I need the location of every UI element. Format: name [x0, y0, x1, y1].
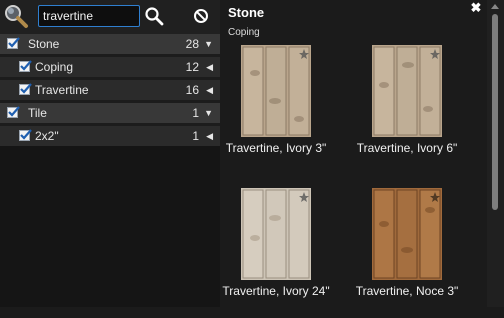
travertine-swatch	[372, 188, 442, 280]
filter-count: 1	[192, 129, 199, 143]
expand-arrow-icon[interactable]: ◀	[206, 80, 213, 100]
scroll-thumb[interactable]	[492, 14, 498, 210]
tile-label: Travertine, Ivory 24"	[222, 284, 330, 298]
checkbox[interactable]	[7, 37, 20, 49]
search-bar	[0, 0, 220, 34]
panel-title: Stone	[228, 5, 265, 20]
filter-row-travertine[interactable]: Travertine 16 ◀	[0, 80, 220, 100]
filter-label: 2x2"	[35, 129, 59, 143]
filter-label: Stone	[28, 37, 60, 51]
checkbox[interactable]	[19, 83, 32, 95]
search-icon[interactable]	[144, 6, 164, 26]
section-title: Coping	[228, 27, 260, 38]
expand-arrow-icon[interactable]: ◀	[206, 57, 213, 77]
filter-row-tile[interactable]: Tile 1 ▼	[0, 103, 220, 123]
filter-label: Coping	[35, 60, 74, 74]
checkbox[interactable]	[7, 106, 20, 118]
expand-arrow-icon[interactable]: ◀	[206, 126, 213, 146]
collapse-arrow-icon[interactable]: ▼	[204, 34, 213, 54]
filter-count: 12	[185, 60, 199, 74]
collapse-arrow-icon[interactable]: ▼	[204, 103, 213, 123]
tile-label: Travertine, Noce 3"	[355, 284, 459, 298]
filter-panel: Stone 28 ▼ Coping 12 ◀ Travertine 16 ◀ T…	[0, 0, 220, 307]
checkbox[interactable]	[19, 129, 32, 141]
filter-count: 28	[185, 37, 199, 51]
travertine-swatch	[241, 45, 311, 137]
tile-label: Travertine, Ivory 6"	[356, 141, 458, 155]
scroll-up-arrow-icon[interactable]	[491, 4, 499, 9]
results-panel: Stone ✖ Coping Travertine, Ivory 3" Trav…	[221, 0, 504, 307]
filter-row-stone[interactable]: Stone 28 ▼	[0, 34, 220, 54]
travertine-swatch	[372, 45, 442, 137]
close-icon[interactable]: ✖	[470, 1, 482, 14]
search-input[interactable]	[38, 5, 140, 27]
material-tile[interactable]: Travertine, Ivory 3"	[226, 45, 361, 175]
filter-label: Travertine	[35, 83, 89, 97]
filter-count: 16	[185, 83, 199, 97]
filter-row-2x2[interactable]: 2x2" 1 ◀	[0, 126, 220, 146]
checkbox[interactable]	[19, 60, 32, 72]
tile-label: Travertine, Ivory 3"	[225, 141, 327, 155]
travertine-swatch	[241, 188, 311, 280]
vertical-scrollbar[interactable]	[487, 0, 504, 307]
filter-tree: Stone 28 ▼ Coping 12 ◀ Travertine 16 ◀ T…	[0, 34, 220, 146]
filter-label: Tile	[28, 106, 47, 120]
material-tile[interactable]: Travertine, Ivory 6"	[357, 45, 492, 175]
material-tile[interactable]: Travertine, Noce 3"	[356, 188, 492, 318]
filter-row-coping[interactable]: Coping 12 ◀	[0, 57, 220, 77]
material-tile[interactable]: Travertine, Ivory 24"	[222, 188, 361, 318]
filter-count: 1	[192, 106, 199, 120]
magnifier-icon	[3, 3, 29, 29]
clear-filter-icon[interactable]	[193, 8, 209, 24]
